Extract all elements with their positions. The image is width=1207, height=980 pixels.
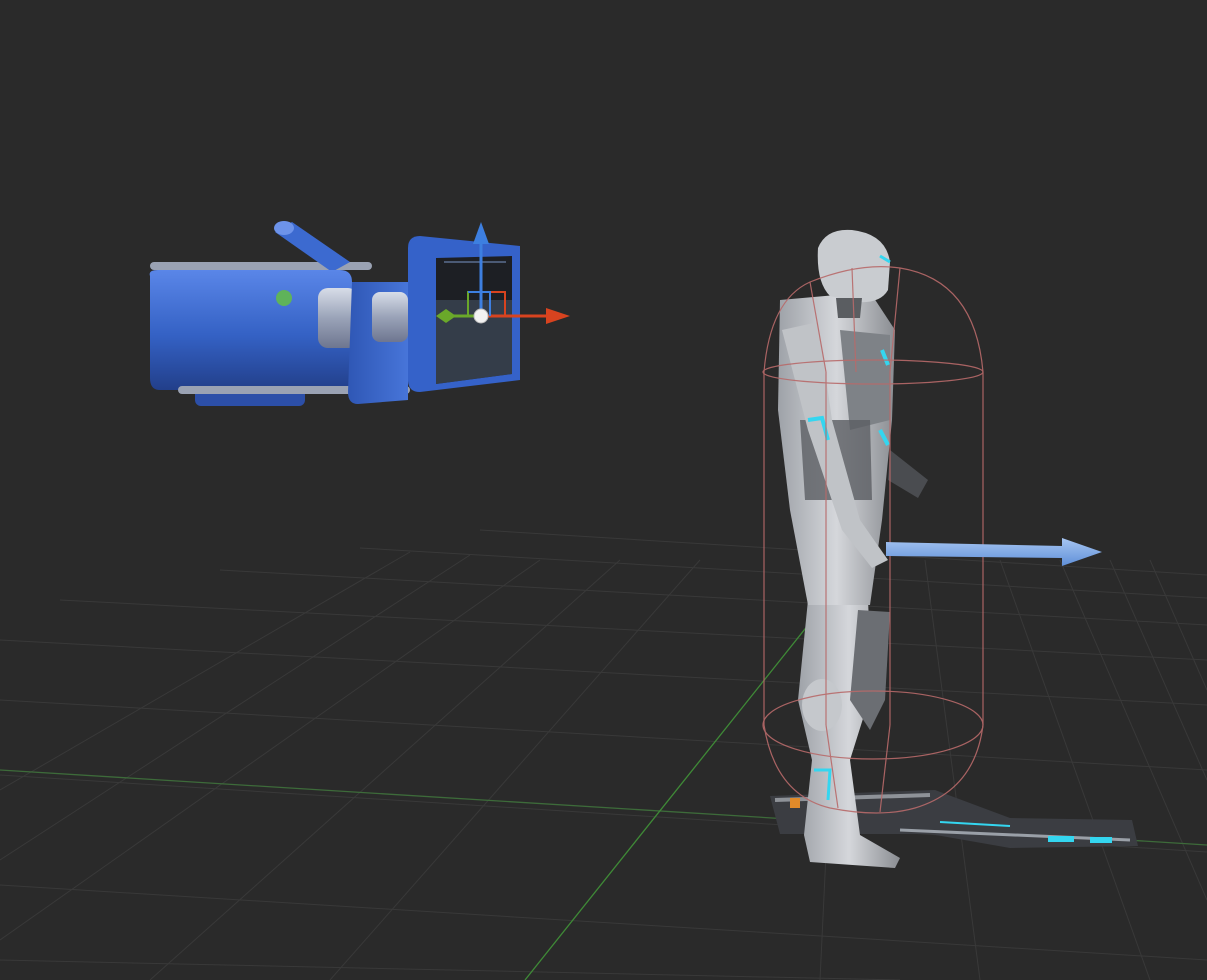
character-knee — [802, 679, 842, 731]
gizmo-center-handle[interactable] — [473, 308, 489, 324]
ground-grid — [0, 529, 1207, 980]
camera-status-light — [276, 290, 292, 306]
gizmo-x-arrow-icon[interactable] — [546, 308, 570, 324]
gizmo-y-arrow-icon[interactable] — [473, 222, 489, 244]
grid-axis-lines — [0, 559, 1207, 980]
camera-object[interactable] — [149, 221, 520, 406]
3d-viewport[interactable] — [0, 0, 1207, 980]
character-far-hand — [888, 450, 928, 498]
scene-canvas[interactable] — [0, 0, 1207, 980]
